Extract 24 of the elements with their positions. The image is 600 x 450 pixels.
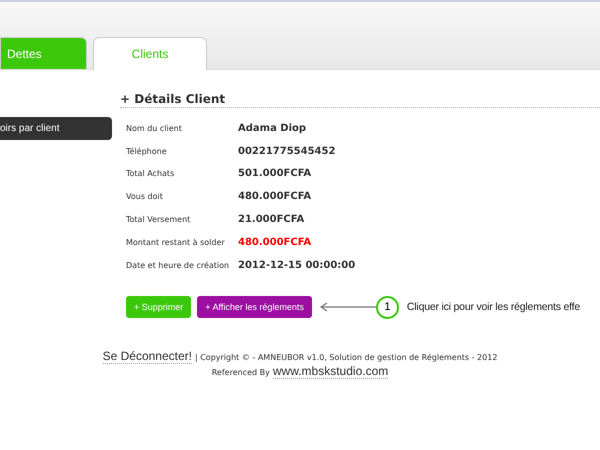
show-payments-button[interactable]: + Afficher les réglements [197, 296, 312, 318]
field-label: Total Achats [126, 169, 176, 178]
website-link[interactable]: www.mbskstudio.com [272, 364, 388, 379]
field-label: Date et heure de création [126, 260, 230, 270]
field-value: Adama Diop [238, 122, 306, 134]
callout-text: Cliquer ici pour voir les réglements effe [406, 301, 580, 314]
field-value: 480.000FCFA [238, 191, 312, 202]
field-value: 2012-12-15 00:00:00 [238, 260, 356, 271]
section-title: + Détails Client [120, 92, 600, 108]
field-label: Vous doit [126, 192, 164, 202]
field-label: Téléphone [126, 146, 168, 156]
step-number: 1 [376, 296, 399, 319]
field-label: Nom du client [126, 124, 183, 133]
sidebar-item[interactable]: oirs par client [0, 117, 112, 140]
arrow-icon [320, 302, 376, 312]
referenced-text: Referenced By [212, 368, 270, 377]
field-value: 501.000FCFA [238, 168, 312, 180]
field-value: 00221775545452 [238, 146, 336, 157]
field-value: 21.000FCFA [238, 214, 304, 226]
field-label: Montant restant à solder [126, 238, 226, 247]
logout-link[interactable]: Se Déconnecter! [102, 348, 192, 364]
field-label: Total Versement [126, 215, 192, 224]
copyright-text: | Copyright © - AMNEUBOR v1.0, Solution de gestion de Réglements - 2012 [194, 352, 498, 362]
field-value: 480.000FCFA [238, 236, 312, 248]
